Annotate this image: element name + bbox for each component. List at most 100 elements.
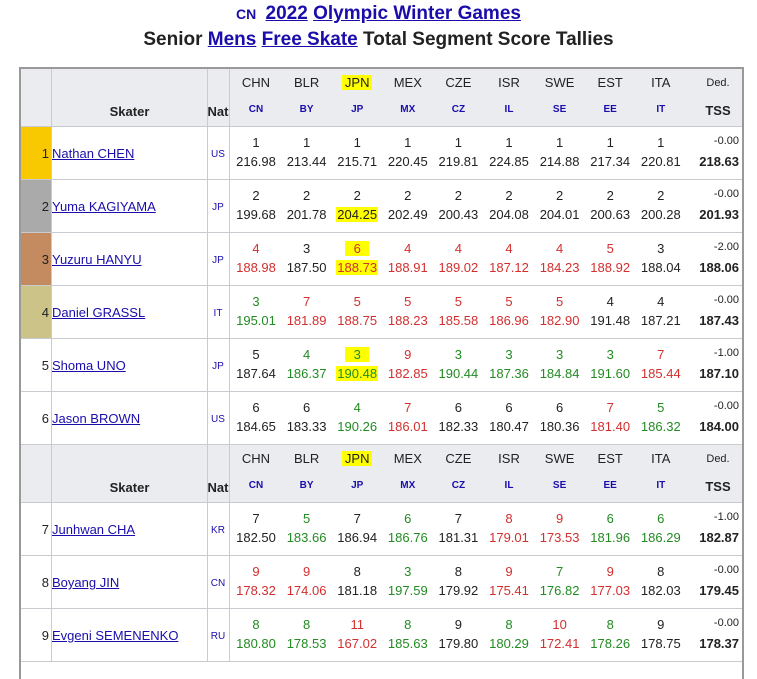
judge-rank: 9	[606, 564, 614, 579]
judge-score: 204.08	[489, 207, 529, 222]
judge-rank: 6	[454, 400, 462, 415]
rank-number: 8	[41, 575, 49, 590]
judge-header-blr[interactable]: BLR	[285, 451, 329, 466]
skater-name-link[interactable]: Junhwan CHA	[52, 522, 135, 537]
skater-name-link[interactable]: Jason BROWN	[52, 411, 140, 426]
skater-name-link[interactable]: Nathan CHEN	[52, 146, 134, 161]
country-code-link[interactable]: CN	[236, 6, 256, 22]
judge-header-ita[interactable]: ITA	[639, 75, 683, 90]
judge-header-ita[interactable]: ITA	[639, 451, 683, 466]
judge-header-est[interactable]: EST	[588, 451, 632, 466]
table-header-row: Skater Nat CHN CN BLR BY JPN JP MEX MX CZE CZ ISR IL S…	[21, 445, 742, 503]
judge-header-cze[interactable]: CZE	[436, 75, 480, 90]
judge-score: 188.75	[337, 313, 378, 328]
nat-column-header[interactable]: Nat	[207, 480, 229, 495]
judge-header-jpn[interactable]: JPN	[342, 451, 373, 466]
nation-code[interactable]: RU	[207, 631, 229, 642]
skater-name-link[interactable]: Yuma KAGIYAMA	[52, 199, 156, 214]
category-link[interactable]: Mens	[208, 29, 257, 50]
nation-code[interactable]: JP	[207, 202, 229, 213]
judge-code-jp[interactable]: JP	[335, 104, 379, 115]
judge-header-isr[interactable]: ISR	[487, 451, 531, 466]
judge-score: 184.23	[539, 260, 580, 275]
judge-code-ee[interactable]: EE	[588, 104, 632, 115]
judge-code-by[interactable]: BY	[285, 104, 329, 115]
judge-score: 189.02	[438, 260, 479, 275]
event-link[interactable]: Olympic Winter Games	[313, 3, 521, 24]
rank-number: 4	[41, 305, 49, 320]
judge-code-mx[interactable]: MX	[386, 480, 430, 491]
judge-score: 181.40	[590, 419, 631, 434]
judge-code-cn[interactable]: CN	[234, 104, 278, 115]
judge-score: 178.32	[236, 583, 276, 598]
judge-code-se[interactable]: SE	[538, 480, 582, 491]
judge-code-by[interactable]: BY	[285, 480, 329, 491]
tss-value: 218.63	[699, 154, 739, 169]
nation-code[interactable]: US	[207, 149, 229, 160]
judge-header-blr[interactable]: BLR	[285, 75, 329, 90]
judge-code-cz[interactable]: CZ	[436, 104, 480, 115]
skater-name-link[interactable]: Boyang JIN	[52, 575, 119, 590]
judge-code-cn[interactable]: CN	[234, 480, 278, 491]
judge-score: 182.85	[387, 366, 428, 381]
judge-code-cz[interactable]: CZ	[436, 480, 480, 491]
skater-name-link[interactable]: Daniel GRASSL	[52, 305, 145, 320]
judge-code-jp[interactable]: JP	[335, 480, 379, 491]
judge-score: 187.12	[489, 260, 529, 275]
judge-score: 186.32	[640, 419, 681, 434]
judge-code-mx[interactable]: MX	[386, 104, 430, 115]
judge-code-il[interactable]: IL	[487, 480, 531, 491]
judge-header-cze[interactable]: CZE	[436, 451, 480, 466]
column-divider	[51, 556, 52, 608]
judge-header-jpn[interactable]: JPN	[342, 75, 373, 90]
segment-link[interactable]: Free Skate	[262, 29, 358, 50]
judge-code-ee[interactable]: EE	[588, 480, 632, 491]
judge-rank: 5	[555, 294, 564, 309]
tss-value: 182.87	[699, 530, 739, 545]
judge-score: 181.96	[590, 530, 631, 545]
deduction-value: -0.00	[713, 617, 739, 629]
judge-score: 224.85	[489, 154, 529, 169]
judge-rank: 1	[302, 135, 311, 150]
nation-code[interactable]: US	[207, 414, 229, 425]
year-link[interactable]: 2022	[266, 3, 308, 24]
skater-name-link[interactable]: Yuzuru HANYU	[52, 252, 142, 267]
nation-code[interactable]: JP	[207, 255, 229, 266]
tss-value: 178.37	[699, 636, 739, 651]
judge-score: 188.04	[640, 260, 681, 275]
judge-header-est[interactable]: EST	[588, 75, 632, 90]
judge-score: 190.44	[438, 366, 479, 381]
judge-rank: 7	[454, 511, 462, 526]
skater-name-link[interactable]: Shoma UNO	[52, 358, 126, 373]
skater-column-header[interactable]: Skater	[52, 480, 207, 495]
skater-name-link[interactable]: Evgeni SEMENENKO	[52, 628, 178, 643]
title-level: Senior	[143, 29, 203, 50]
skater-column-header[interactable]: Skater	[52, 104, 207, 119]
judge-header-mex[interactable]: MEX	[386, 75, 430, 90]
scores-table: Skater Nat CHN CN BLR BY JPN JP MEX MX CZE CZ ISR IL S…	[19, 67, 744, 679]
judge-rank: 3	[345, 347, 370, 362]
judge-rank: 5	[657, 400, 665, 415]
judge-rank: 8	[404, 617, 412, 632]
nation-code[interactable]: CN	[207, 578, 229, 589]
judge-header-isr[interactable]: ISR	[487, 75, 531, 90]
judge-rank: 3	[555, 347, 564, 362]
nation-code[interactable]: JP	[207, 361, 229, 372]
judge-code-il[interactable]: IL	[487, 104, 531, 115]
nation-code[interactable]: KR	[207, 525, 229, 536]
judge-score: 188.91	[387, 260, 428, 275]
judge-score: 180.29	[489, 636, 529, 651]
judge-code-it[interactable]: IT	[639, 480, 683, 491]
judge-code-se[interactable]: SE	[538, 104, 582, 115]
judge-rank: 2	[353, 188, 361, 203]
judge-code-it[interactable]: IT	[639, 104, 683, 115]
nat-column-header[interactable]: Nat	[207, 104, 229, 119]
judge-header-swe[interactable]: SWE	[538, 75, 582, 90]
judge-header-swe[interactable]: SWE	[538, 451, 582, 466]
judge-rank: 3	[657, 241, 665, 256]
judge-header-chn[interactable]: CHN	[234, 75, 278, 90]
judge-header-mex[interactable]: MEX	[386, 451, 430, 466]
judge-rank: 9	[657, 617, 665, 632]
judge-header-chn[interactable]: CHN	[234, 451, 278, 466]
nation-code[interactable]: IT	[207, 308, 229, 319]
